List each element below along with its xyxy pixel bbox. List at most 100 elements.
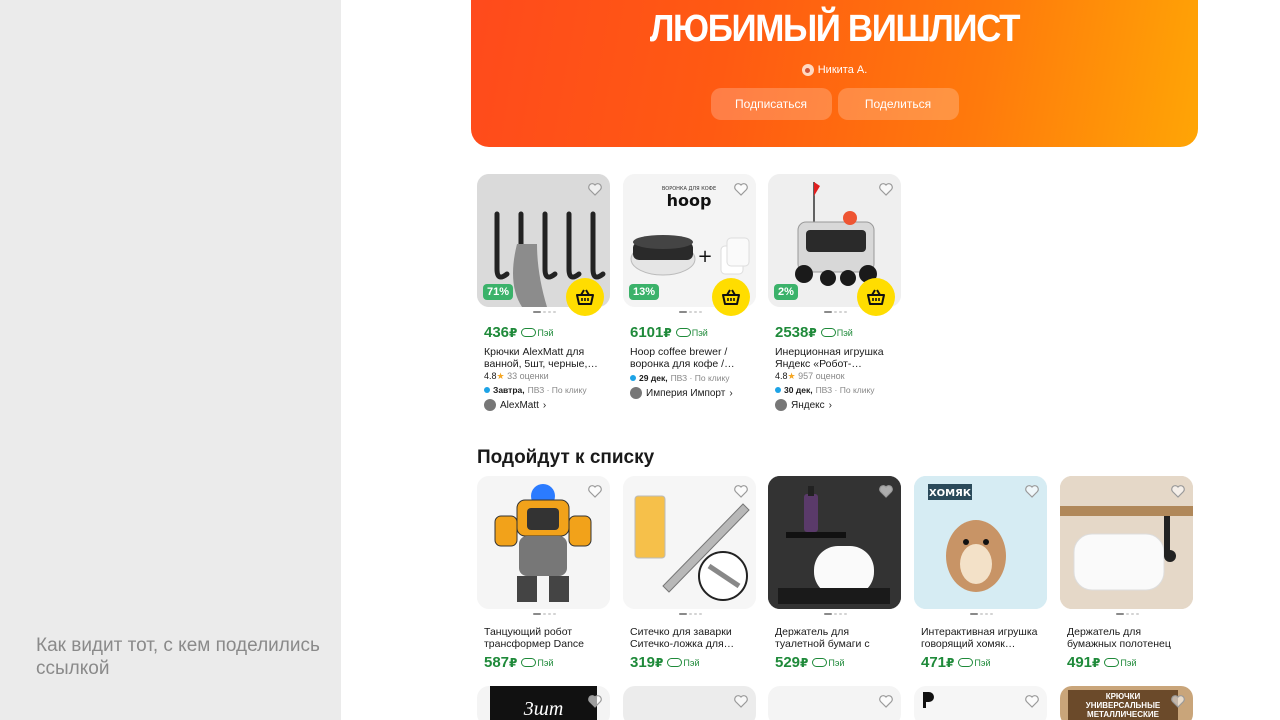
- product-card[interactable]: [623, 686, 757, 720]
- product-rating: 4.8★ 33 оценки: [484, 371, 549, 381]
- wishlist-author[interactable]: Никита А.: [471, 64, 1198, 76]
- shop-icon: [484, 399, 496, 411]
- heart-icon[interactable]: [587, 693, 603, 709]
- product-card[interactable]: КРЮЧКИ УНИВЕРСАЛЬНЫЕ МЕТАЛЛИЧЕСКИЕ: [1060, 686, 1194, 720]
- product-name[interactable]: Держатель для бумажных полотенец: [1060, 626, 1194, 650]
- pay-badge: Пэй: [958, 658, 990, 668]
- pay-badge: Пэй: [1104, 658, 1136, 668]
- product-card[interactable]: [768, 686, 902, 720]
- heart-icon[interactable]: [733, 483, 749, 499]
- product-card[interactable]: 3шт: [477, 686, 611, 720]
- product-image[interactable]: [477, 476, 610, 609]
- product-name[interactable]: Танцующий робот трансформер Dance Her…: [477, 626, 611, 650]
- product-rating: 4.8★ 957 оценок: [775, 371, 845, 381]
- product-name[interactable]: Держатель для туалетной бумаги с полочко…: [768, 626, 902, 650]
- heart-icon[interactable]: [878, 181, 894, 197]
- pay-icon: [820, 328, 836, 337]
- pay-badge: Пэй: [812, 658, 844, 668]
- shop-link[interactable]: Империя Импорт ›: [623, 387, 757, 399]
- shop-icon: [630, 387, 642, 399]
- price: 587₽: [484, 654, 518, 671]
- price: 6101₽: [630, 324, 672, 341]
- shop-link[interactable]: Яндекс ›: [768, 399, 902, 411]
- pay-badge: Пэй: [667, 658, 699, 668]
- svg-text:+: +: [697, 246, 712, 267]
- pay-icon: [521, 328, 537, 337]
- pay-badge: Пэй: [675, 328, 708, 338]
- product-card[interactable]: 71% 436₽ Пэй Крючки AlexMatt для ванной,…: [477, 174, 611, 411]
- recommendations-title: Подойдут к списку: [477, 447, 655, 468]
- pay-icon: [958, 658, 974, 667]
- delivery-info: Завтра, ПВЗ · По клику: [477, 385, 611, 395]
- product-card[interactable]: Ситечко для заварки Ситечко-ложка для… 3…: [623, 476, 757, 671]
- pay-icon: [675, 328, 691, 337]
- heart-icon[interactable]: [878, 483, 894, 499]
- product-name[interactable]: Интерактивная игрушка говорящий хомяк…: [914, 626, 1048, 650]
- price: 319₽: [630, 654, 664, 671]
- heart-icon[interactable]: [1024, 483, 1040, 499]
- pay-badge: Пэй: [521, 658, 553, 668]
- heart-icon[interactable]: [878, 693, 894, 709]
- product-image[interactable]: 3шт: [477, 686, 610, 720]
- subscribe-button[interactable]: Подписаться: [710, 88, 832, 120]
- heart-icon[interactable]: [587, 483, 603, 499]
- heart-icon[interactable]: [733, 181, 749, 197]
- price: 529₽: [775, 654, 809, 671]
- product-name[interactable]: Крючки AlexMatt для ванной, 5шт, черные,…: [477, 346, 611, 370]
- product-name[interactable]: Hoop coffee brewer / воронка для кофе /…: [623, 346, 757, 370]
- product-image[interactable]: [768, 686, 901, 720]
- heart-icon[interactable]: [587, 181, 603, 197]
- product-image[interactable]: [768, 476, 901, 609]
- shop-link[interactable]: AlexMatt ›: [477, 399, 611, 411]
- pay-badge: Пэй: [820, 328, 853, 338]
- product-image[interactable]: [1060, 476, 1193, 609]
- product-image[interactable]: [623, 686, 756, 720]
- caption: Как видит тот, с кем поделились ссылкой: [36, 635, 320, 679]
- product-name[interactable]: Инерционная игрушка Яндекс «Робот-…: [768, 346, 902, 370]
- pay-icon: [521, 658, 537, 667]
- share-button[interactable]: Поделиться: [837, 88, 959, 120]
- product-card[interactable]: 2% 2538₽ Пэй Инерционная игрушка Яндекс …: [768, 174, 902, 411]
- basket-icon: [722, 289, 740, 305]
- main-content: ЛЮБИМЫЙ ВИШЛИСТ Никита А. Подписаться По…: [341, 0, 1280, 720]
- heart-icon[interactable]: [1024, 693, 1040, 709]
- basket-icon: [867, 289, 885, 305]
- add-to-cart-button[interactable]: [712, 278, 750, 316]
- product-card[interactable]: [914, 686, 1048, 720]
- delivery-info: 30 дек, ПВЗ · По клику: [768, 385, 902, 395]
- product-name[interactable]: Ситечко для заварки Ситечко-ложка для…: [623, 626, 757, 650]
- product-card[interactable]: Танцующий робот трансформер Dance Her… 5…: [477, 476, 611, 671]
- heart-icon[interactable]: [1170, 483, 1186, 499]
- star-icon: ★: [787, 371, 796, 381]
- product-image[interactable]: [623, 476, 756, 609]
- add-to-cart-button[interactable]: [857, 278, 895, 316]
- image-pagination: [1060, 613, 1194, 616]
- image-pagination: [623, 613, 757, 616]
- product-card[interactable]: Держатель для туалетной бумаги с полочко…: [768, 476, 902, 671]
- shop-icon: [775, 399, 787, 411]
- image-pagination: [768, 613, 902, 616]
- pay-icon: [667, 658, 683, 667]
- chevron-right-icon: ›: [828, 399, 832, 411]
- image-pagination: [477, 613, 611, 616]
- delivery-dot-icon: [775, 387, 781, 393]
- heart-icon[interactable]: [733, 693, 749, 709]
- product-image[interactable]: [914, 686, 1047, 720]
- product-card[interactable]: Держатель для бумажных полотенец 491₽ Пэ…: [1060, 476, 1194, 671]
- chevron-right-icon: ›: [542, 399, 547, 411]
- product-image-text: 3шт: [490, 686, 597, 720]
- pay-icon: [1104, 658, 1120, 667]
- product-image[interactable]: ХОМЯК: [914, 476, 1047, 609]
- price: 491₽: [1067, 654, 1101, 671]
- product-card[interactable]: ВОРОНКА ДЛЯ КОФЕ hoop + 13% 6101₽ Пэй Ho…: [623, 174, 757, 399]
- discount-badge: 71%: [483, 284, 514, 300]
- star-icon: ★: [496, 371, 505, 381]
- heart-icon[interactable]: [1170, 693, 1186, 709]
- discount-badge: 13%: [629, 284, 660, 300]
- left-panel: Как видит тот, с кем поделились ссылкой: [0, 0, 341, 720]
- product-card[interactable]: ХОМЯК Интерактивная игрушка говорящий хо…: [914, 476, 1048, 671]
- product-image[interactable]: КРЮЧКИ УНИВЕРСАЛЬНЫЕ МЕТАЛЛИЧЕСКИЕ: [1060, 686, 1193, 720]
- add-to-cart-button[interactable]: [566, 278, 604, 316]
- delivery-dot-icon: [630, 375, 636, 381]
- svg-text:hoop: hoop: [667, 191, 712, 210]
